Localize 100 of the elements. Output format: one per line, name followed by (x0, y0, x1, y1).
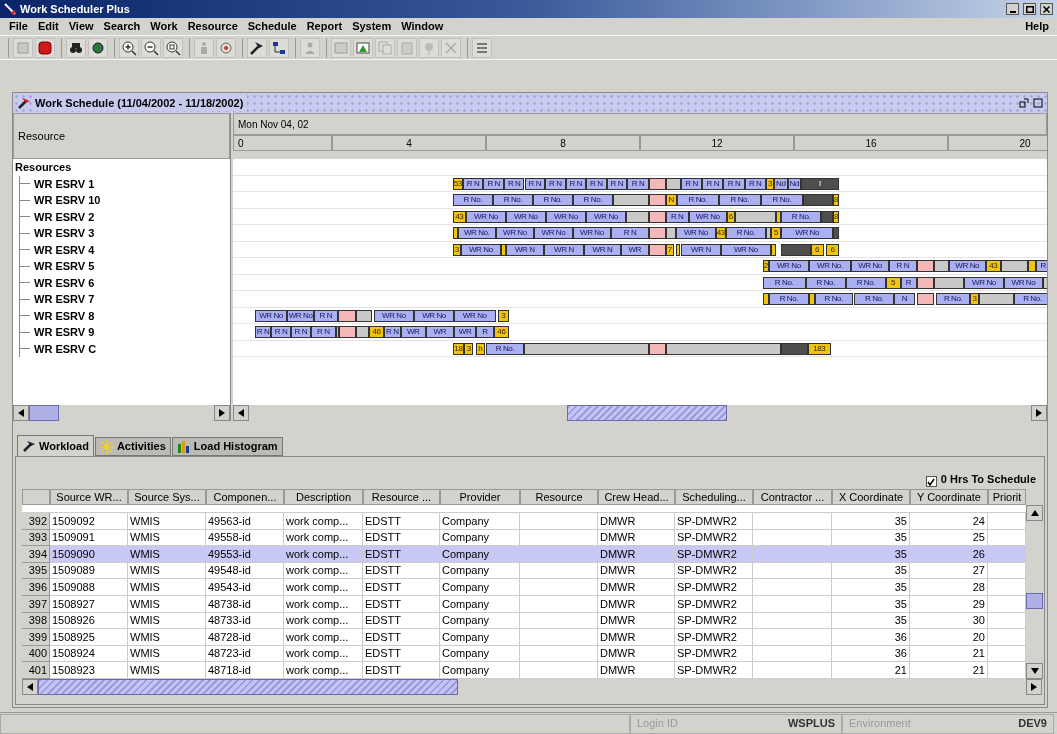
job-bar[interactable]: R N (611, 227, 649, 239)
job-bar[interactable]: WR No (287, 309, 314, 322)
marker-bar[interactable]: 8 (833, 194, 839, 206)
job-bar[interactable]: WR No (460, 243, 501, 256)
toolbar-button[interactable] (269, 37, 289, 58)
menu-item[interactable]: File (4, 18, 33, 35)
break-bar[interactable] (337, 309, 356, 322)
table-row[interactable]: 401 1508923 WMIS 48718-id work comp... EDSTT Company DMWR SP-DMWR2 21 21 (22, 662, 1026, 679)
job-bar[interactable]: R N (524, 177, 546, 190)
break-bar[interactable] (916, 276, 934, 289)
idle-bar[interactable] (1042, 276, 1047, 289)
tab[interactable]: Workload (17, 435, 94, 456)
column-header[interactable]: Resource (520, 489, 598, 505)
idle-bar[interactable] (734, 210, 776, 223)
tree-item[interactable]: WR ESRV 8 (34, 307, 95, 324)
scroll-left-button[interactable] (233, 405, 249, 421)
menu-item[interactable]: View (63, 18, 99, 35)
tree-item[interactable]: WR ESRV 6 (34, 274, 95, 291)
marker-bar[interactable]: 18 (452, 342, 465, 355)
job-bar[interactable]: WR (425, 326, 454, 338)
scrollbar-thumb[interactable] (1026, 593, 1043, 609)
job-bar[interactable]: WR N (505, 243, 544, 256)
menu-item[interactable]: Edit (32, 18, 64, 35)
tree-item[interactable]: WR ESRV 10 (34, 192, 101, 209)
scrollbar-thumb[interactable] (29, 405, 59, 421)
column-header[interactable]: Description (284, 489, 363, 505)
job-bar[interactable]: WR No (255, 309, 288, 322)
column-header[interactable]: Scheduling... (675, 489, 753, 505)
job-bar[interactable]: R N (255, 326, 272, 338)
table-row[interactable]: 394 1509090 WMIS 49553-id work comp... EDSTT Company DMWR SP-DMWR2 35 26 (22, 546, 1026, 563)
job-bar[interactable]: R N (483, 177, 504, 190)
column-header[interactable]: Resource ... (363, 489, 440, 505)
job-bar[interactable]: WR No (495, 227, 535, 239)
toolbar-button[interactable] (163, 37, 183, 58)
job-bar[interactable]: WR No (720, 243, 771, 256)
marker-bar[interactable] (808, 293, 815, 305)
marker-bar[interactable]: 2 (762, 260, 769, 272)
job-bar[interactable]: WR (620, 243, 649, 256)
tab[interactable]: Activities (94, 437, 171, 456)
job-bar[interactable]: WR No (534, 227, 573, 239)
marker-bar[interactable] (762, 293, 769, 305)
menu-item[interactable]: Report (301, 18, 348, 35)
maximize-button[interactable] (1023, 3, 1036, 15)
menu-item[interactable]: Window (396, 18, 449, 35)
tree-item[interactable]: WR ESRV 3 (34, 225, 95, 242)
column-header[interactable]: Contractor ... (753, 489, 832, 505)
marker-bar[interactable]: 3 (452, 243, 461, 256)
idle-bar[interactable] (355, 309, 373, 322)
job-bar[interactable]: WR No (373, 309, 415, 322)
job-bar[interactable]: WR No (453, 309, 496, 322)
job-bar[interactable]: WR No (675, 227, 716, 239)
job-bar[interactable]: WR N (543, 243, 585, 256)
job-bar[interactable]: R N (702, 177, 724, 190)
job-bar[interactable]: R N (462, 177, 484, 190)
job-bar[interactable]: R N (723, 177, 745, 190)
table-row[interactable]: 396 1509088 WMIS 49543-id work comp... EDSTT Company DMWR SP-DMWR2 35 28 (22, 579, 1026, 596)
column-header[interactable]: X Coordinate (832, 489, 910, 505)
tab[interactable]: Load Histogram (171, 437, 283, 456)
marker-bar[interactable]: h (475, 342, 485, 355)
job-bar[interactable]: WR N (681, 243, 721, 256)
checkbox[interactable] (925, 476, 937, 487)
marker-bar[interactable]: 43 (715, 227, 726, 239)
job-bar[interactable]: WR No (505, 210, 546, 223)
marker-bar[interactable]: 46 (369, 326, 384, 338)
menu-item[interactable]: Schedule (242, 18, 302, 35)
job-bar[interactable]: R (476, 326, 494, 338)
marker-bar[interactable] (1027, 260, 1036, 272)
tree-item[interactable]: WR ESRV 9 (34, 324, 95, 341)
idle-bar[interactable] (625, 210, 649, 223)
scroll-right-button[interactable] (214, 405, 230, 421)
job-bar[interactable]: R No. (493, 194, 533, 206)
idle-bar[interactable] (978, 293, 1015, 305)
break-bar[interactable] (648, 210, 666, 223)
job-bar[interactable]: R N (744, 177, 766, 190)
job-bar[interactable]: R No. (935, 293, 971, 305)
job-bar[interactable]: Nd (774, 177, 788, 190)
job-bar[interactable]: R N (888, 260, 917, 272)
scroll-right-button[interactable] (1031, 405, 1047, 421)
tree-item[interactable]: WR ESRV 2 (34, 208, 95, 225)
minimize-button[interactable] (1006, 3, 1019, 15)
job-bar[interactable]: R N (586, 177, 607, 190)
scroll-down-button[interactable] (1026, 662, 1043, 679)
scrollbar[interactable] (233, 405, 1047, 421)
marker-bar[interactable]: 3 (497, 309, 510, 322)
idle-bar[interactable] (665, 342, 782, 355)
busy-bar[interactable] (781, 243, 811, 256)
job-bar[interactable]: R No. (572, 194, 614, 206)
marker-bar[interactable] (675, 243, 680, 256)
marker-bar[interactable]: 3 (464, 342, 474, 355)
job-bar[interactable]: R No. (676, 194, 719, 206)
idle-bar[interactable] (523, 342, 649, 355)
job-bar[interactable]: R (900, 276, 917, 289)
scrollbar[interactable] (13, 405, 230, 421)
toolbar-button[interactable] (141, 37, 161, 58)
job-bar[interactable]: WR (400, 326, 426, 338)
job-bar[interactable]: WR No (688, 210, 727, 223)
menu-item[interactable]: Resource (182, 18, 243, 35)
marker-bar[interactable] (776, 210, 782, 223)
maximize-icon[interactable] (1033, 98, 1043, 108)
job-bar[interactable]: WR No (466, 210, 506, 223)
